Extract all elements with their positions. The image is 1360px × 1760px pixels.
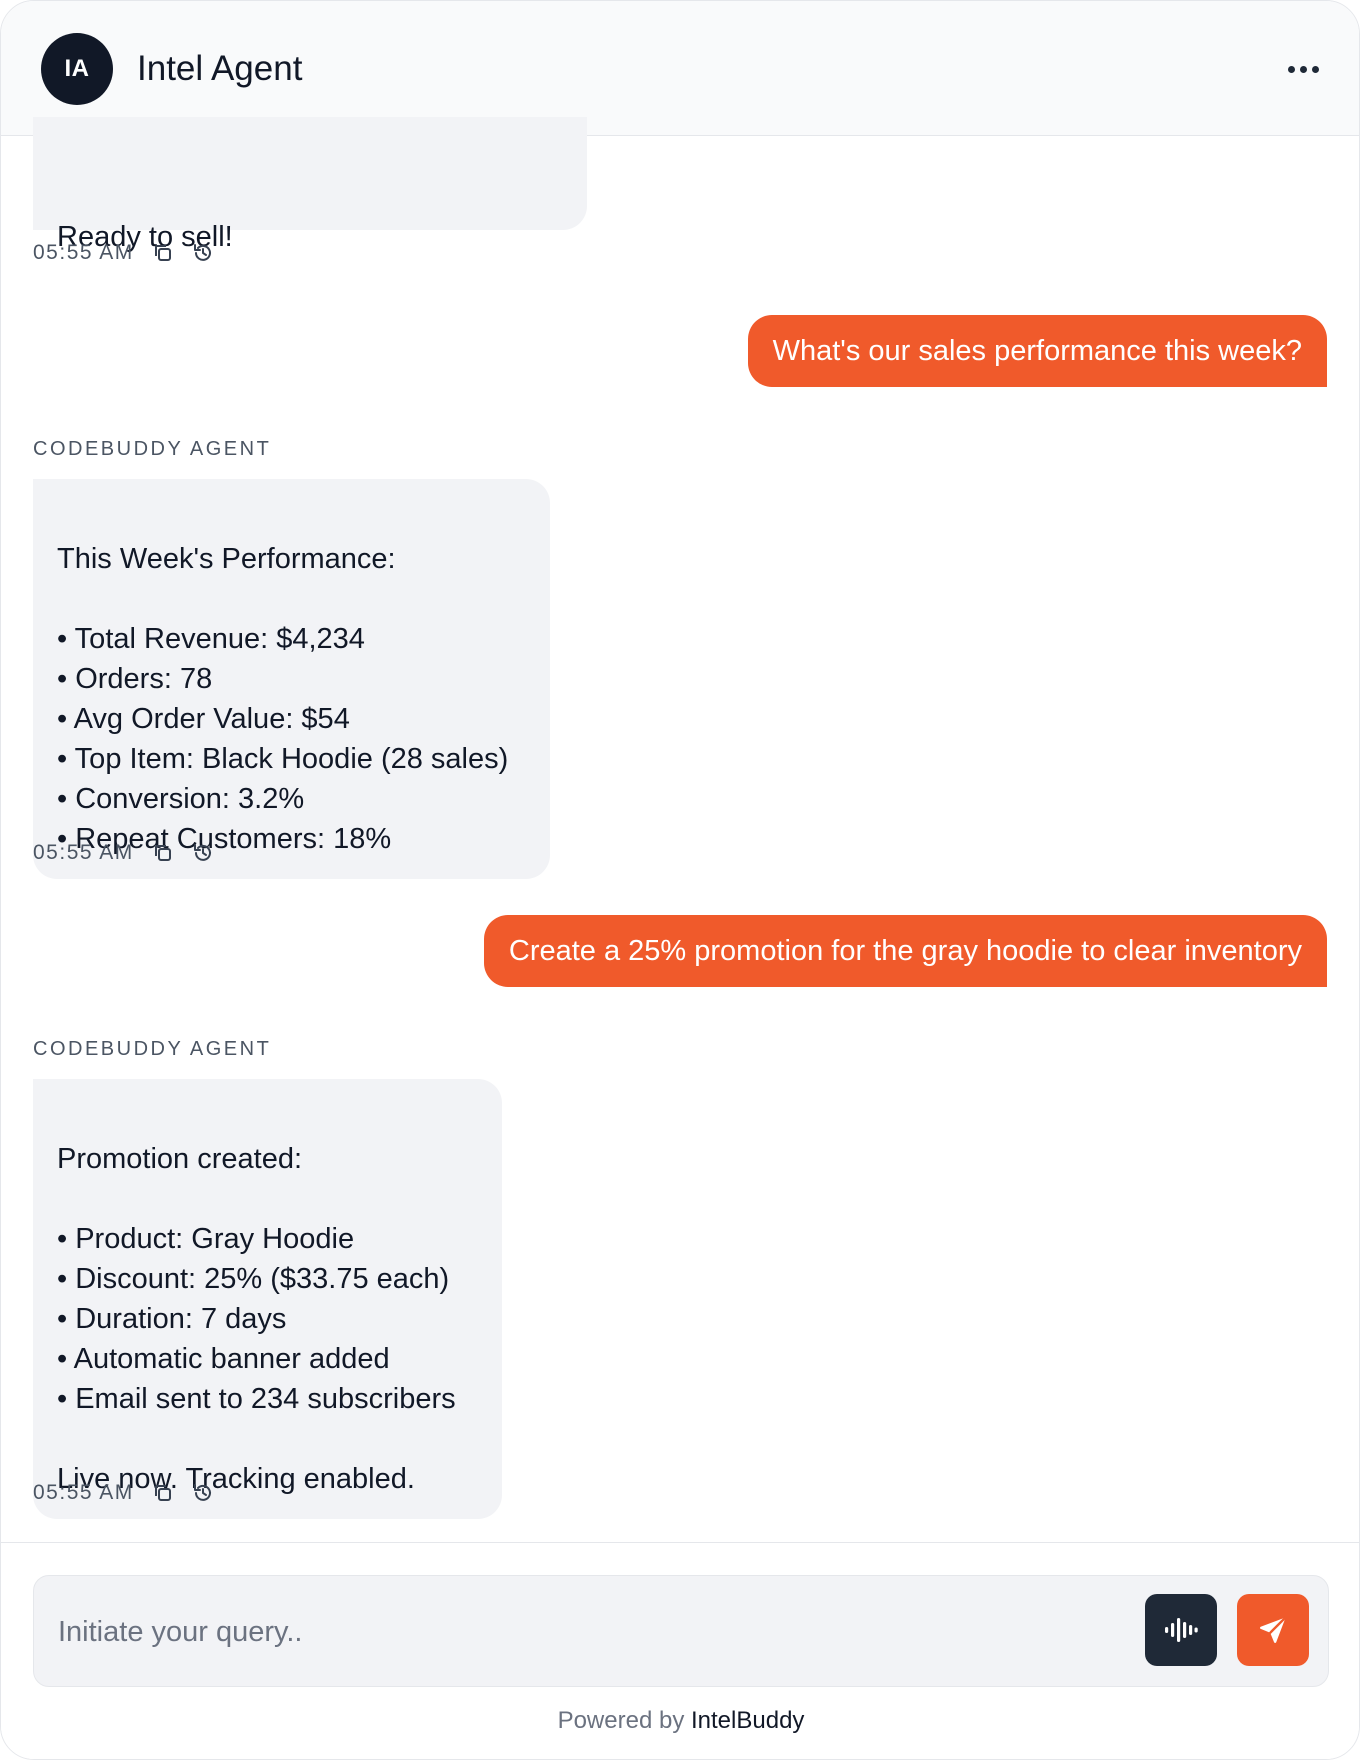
- voice-button[interactable]: [1145, 1594, 1217, 1666]
- message-text: This Week's Performance: • Total Revenue…: [57, 543, 509, 855]
- history-icon[interactable]: [192, 242, 214, 264]
- audio-waveform-icon: [1165, 1618, 1198, 1642]
- send-button[interactable]: [1237, 1594, 1309, 1666]
- page-title: Intel Agent: [137, 49, 303, 88]
- agent-message: This Week's Performance: • Total Revenue…: [33, 479, 550, 879]
- user-message: Create a 25% promotion for the gray hood…: [483, 915, 1327, 987]
- copy-icon[interactable]: [152, 842, 174, 864]
- message-time: 05:55 AM: [33, 841, 134, 864]
- powered-by-prefix: Powered by: [557, 1707, 685, 1734]
- message-text: What's our sales performance this week?: [772, 335, 1302, 367]
- message-time: 05:55 AM: [33, 241, 134, 264]
- chat-window: IA Intel Agent Ready to sell! 05:55 AM W…: [0, 0, 1360, 1760]
- message-text: Promotion created: • Product: Gray Hoodi…: [57, 1143, 456, 1495]
- message-time: 05:55 AM: [33, 1481, 134, 1504]
- message-meta: 05:55 AM: [33, 239, 214, 267]
- copy-icon[interactable]: [152, 1482, 174, 1504]
- avatar: IA: [41, 33, 113, 105]
- agent-sender-label: CODEBUDDY AGENT: [33, 1038, 272, 1060]
- copy-icon[interactable]: [152, 242, 174, 264]
- more-options-button[interactable]: [1279, 51, 1327, 87]
- message-meta: 05:55 AM: [33, 1479, 214, 1507]
- agent-message: Ready to sell!: [33, 117, 587, 253]
- agent-sender-label: CODEBUDDY AGENT: [33, 438, 272, 460]
- send-icon: [1260, 1616, 1287, 1643]
- powered-by: Powered by IntelBuddy: [1, 1707, 1359, 1735]
- user-message: What's our sales performance this week?: [747, 315, 1327, 387]
- history-icon[interactable]: [192, 842, 214, 864]
- agent-message: Promotion created: • Product: Gray Hoodi…: [33, 1079, 502, 1519]
- composer: [33, 1575, 1329, 1687]
- brand-name: IntelBuddy: [691, 1707, 805, 1734]
- query-input[interactable]: [58, 1604, 1158, 1660]
- chat-header: IA Intel Agent: [1, 1, 1359, 136]
- message-meta: 05:55 AM: [33, 839, 214, 867]
- composer-area: Powered by IntelBuddy: [1, 1542, 1359, 1759]
- history-icon[interactable]: [192, 1482, 214, 1504]
- message-text: Create a 25% promotion for the gray hood…: [508, 935, 1302, 967]
- more-horizontal-icon: [1287, 65, 1295, 73]
